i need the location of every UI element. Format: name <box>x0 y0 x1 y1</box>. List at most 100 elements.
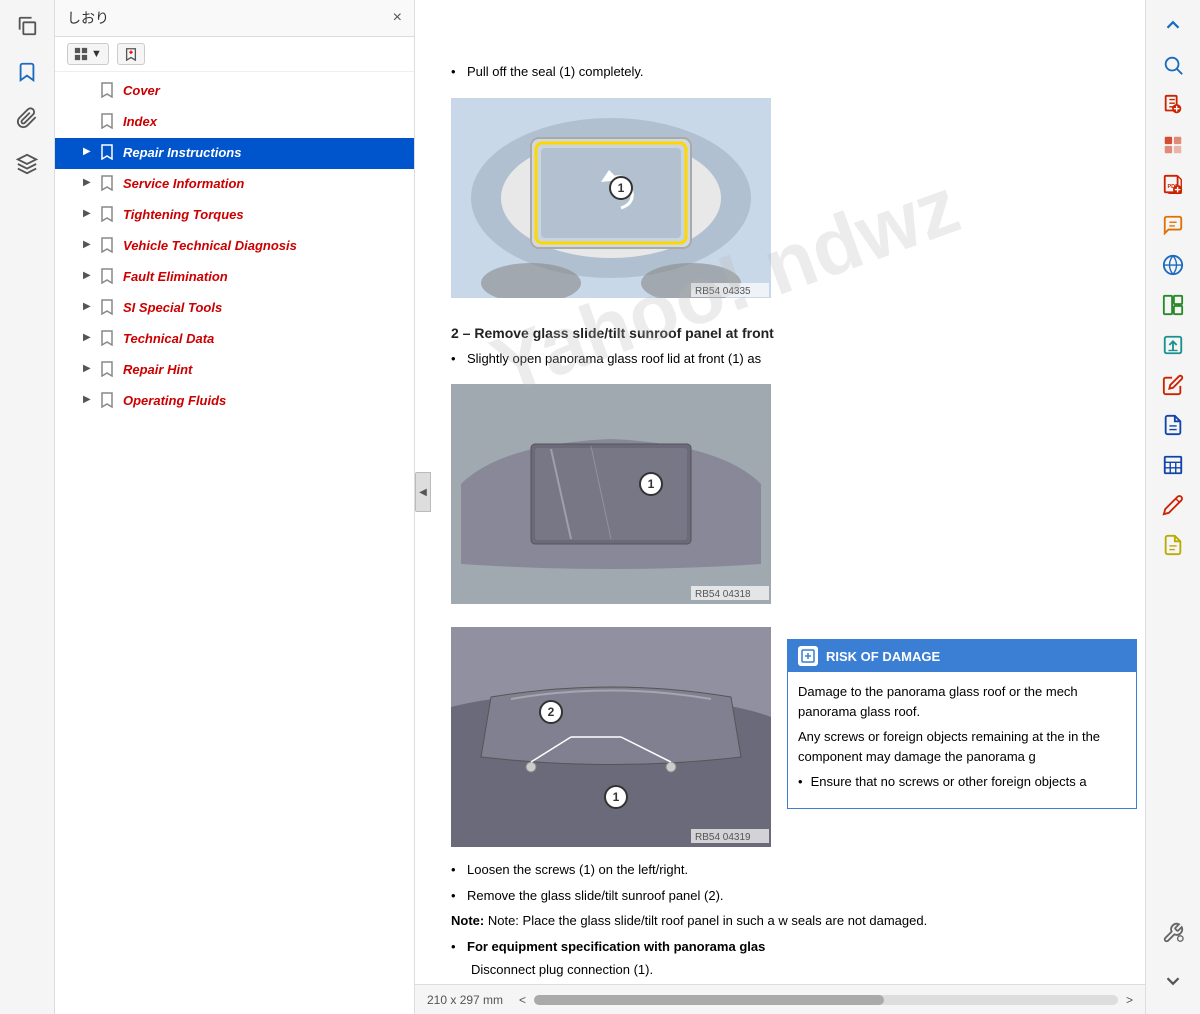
document-blue-button[interactable] <box>1154 408 1192 442</box>
sidebar-item-repair-instructions[interactable]: ▶ Repair Instructions <box>55 138 414 169</box>
sidebar-item-technical-data[interactable]: ▶ Technical Data <box>55 324 414 355</box>
sidebar-item-service-information[interactable]: ▶ Service Information <box>55 169 414 200</box>
nav-label-operating-fluids: Operating Fluids <box>123 392 226 410</box>
nav-bookmark-torques <box>101 206 117 225</box>
content-area[interactable]: ◀ Yahoo! ndwz • Pull off the seal (1) co… <box>415 0 1145 984</box>
nav-label-repair-instructions: Repair Instructions <box>123 144 241 162</box>
annotate-button[interactable] <box>1154 488 1192 522</box>
disconnect-text: Disconnect plug connection (1). <box>471 962 1125 977</box>
sidebar-item-operating-fluids[interactable]: ▶ Operating Fluids <box>55 386 414 417</box>
horizontal-scrollbar[interactable] <box>534 995 1118 1005</box>
risk-header: RISK OF DAMAGE <box>788 640 1136 672</box>
nav-arrow-repair: ▶ <box>83 146 95 157</box>
nav-label-service-information: Service Information <box>123 175 244 193</box>
sidebar-header: しおり × <box>55 0 414 37</box>
nav-bookmark-index <box>101 113 117 132</box>
risk-and-image-row: 2 1 RB54 04319 <box>451 627 1125 850</box>
sidebar-item-index[interactable]: Index <box>55 107 414 138</box>
bullet-step2: • Slightly open panorama glass roof lid … <box>451 349 1125 369</box>
svg-text:1: 1 <box>613 790 620 804</box>
translate-button[interactable] <box>1154 248 1192 282</box>
nav-bookmark-special-tools <box>101 299 117 318</box>
svg-text:RB54 04319: RB54 04319 <box>695 832 751 843</box>
document-red-button[interactable] <box>1154 88 1192 122</box>
sidebar-navigation: Cover Index ▶ Repair Instructions ▶ Serv… <box>55 72 414 1014</box>
layers-icon[interactable] <box>9 146 45 182</box>
comment-orange-button[interactable] <box>1154 208 1192 242</box>
edit-red-button[interactable] <box>1154 368 1192 402</box>
settings-button[interactable] <box>1154 916 1192 950</box>
page-scroll-up-button[interactable] <box>1154 8 1192 42</box>
nav-bookmark-vtd <box>101 237 117 256</box>
page-scroll-down-button[interactable] <box>1154 964 1192 998</box>
document-yellow-button[interactable] <box>1154 528 1192 562</box>
scroll-left-button[interactable]: < <box>519 993 526 1007</box>
bullet-step2-text: Slightly open panorama glass roof lid at… <box>467 349 761 369</box>
sidebar-title: しおり <box>67 8 109 28</box>
image-container-2: 1 RB54 04318 <box>451 384 771 607</box>
svg-text:1: 1 <box>618 181 625 195</box>
sidebar: しおり × ▼ Cover <box>55 0 415 1014</box>
pdf-red-button[interactable]: PDF <box>1154 168 1192 202</box>
right-toolbar: PDF <box>1145 0 1200 1014</box>
sidebar-close-button[interactable]: × <box>393 9 402 27</box>
sidebar-item-fault-elimination[interactable]: ▶ Fault Elimination <box>55 262 414 293</box>
layout-green-button[interactable] <box>1154 288 1192 322</box>
nav-bookmark-fault <box>101 268 117 287</box>
nav-bookmark-repair-hint <box>101 361 117 380</box>
table-button[interactable] <box>1154 448 1192 482</box>
page-body: Yahoo! ndwz • Pull off the seal (1) comp… <box>431 40 1145 984</box>
car-exterior-image: 1 RB54 04318 <box>451 384 771 604</box>
risk-header-icon <box>798 646 818 666</box>
scroll-right-button[interactable]: > <box>1126 993 1133 1007</box>
nav-label-tightening-torques: Tightening Torques <box>123 206 244 224</box>
nav-arrow-service: ▶ <box>83 177 95 188</box>
nav-arrow-vtd: ▶ <box>83 239 95 250</box>
svg-text:RB54 04335: RB54 04335 <box>695 286 751 297</box>
grid-view-button[interactable]: ▼ <box>67 43 109 65</box>
bullet-seal-text: Pull off the seal (1) completely. <box>467 62 644 82</box>
sidebar-item-cover[interactable]: Cover <box>55 76 414 107</box>
nav-label-index: Index <box>123 113 157 131</box>
copy-icon[interactable] <box>9 8 45 44</box>
nav-label-vehicle-technical-diagnosis: Vehicle Technical Diagnosis <box>123 237 297 255</box>
nav-arrow-technical-data: ▶ <box>83 332 95 343</box>
sidebar-item-repair-hint[interactable]: ▶ Repair Hint <box>55 355 414 386</box>
car-panel-image: 2 1 RB54 04319 <box>451 627 771 847</box>
nav-arrow-torques: ▶ <box>83 208 95 219</box>
search-button[interactable] <box>1154 48 1192 82</box>
sidebar-item-si-special-tools[interactable]: ▶ SI Special Tools <box>55 293 414 324</box>
grid-red-button[interactable] <box>1154 128 1192 162</box>
paperclip-icon[interactable] <box>9 100 45 136</box>
page-size-text: 210 x 297 mm <box>427 993 503 1007</box>
step2-heading: 2 – Remove glass slide/tilt sunroof pane… <box>451 325 1125 341</box>
nav-arrow-special-tools: ▶ <box>83 301 95 312</box>
bullet-seal: • Pull off the seal (1) completely. <box>451 62 1125 82</box>
bookmark-nav-icon[interactable] <box>9 54 45 90</box>
bullet-loosen: • Loosen the screws (1) on the left/righ… <box>451 860 1125 880</box>
sidebar-item-tightening-torques[interactable]: ▶ Tightening Torques <box>55 200 414 231</box>
sidebar-toolbar: ▼ <box>55 37 414 72</box>
risk-line2: Any screws or foreign objects remaining … <box>798 727 1126 766</box>
risk-bullet-text: Ensure that no screws or other foreign o… <box>811 772 1087 792</box>
risk-of-damage-box: RISK OF DAMAGE Damage to the panorama gl… <box>787 639 1137 809</box>
nav-label-cover: Cover <box>123 82 160 100</box>
nav-arrow-operating-fluids: ▶ <box>83 394 95 405</box>
car-roof-image: 1 RB54 04335 <box>451 98 771 298</box>
status-bar: 210 x 297 mm < > <box>415 984 1145 1014</box>
export-button[interactable] <box>1154 328 1192 362</box>
image-container-1: 1 RB54 04335 <box>451 98 771 301</box>
risk-body: Damage to the panorama glass roof or the… <box>788 672 1136 808</box>
sidebar-collapse-handle[interactable]: ◀ <box>415 472 431 512</box>
main-content: ◀ Yahoo! ndwz • Pull off the seal (1) co… <box>415 0 1145 1014</box>
nav-bookmark-technical-data <box>101 330 117 349</box>
nav-bookmark-service <box>101 175 117 194</box>
nav-bookmark-cover <box>101 82 117 101</box>
bookmark-toolbar-button[interactable] <box>117 43 145 65</box>
note-text: Note: Note: Place the glass slide/tilt r… <box>451 911 1125 931</box>
sidebar-item-vehicle-technical-diagnosis[interactable]: ▶ Vehicle Technical Diagnosis <box>55 231 414 262</box>
nav-bookmark-repair <box>101 144 117 163</box>
nav-label-technical-data: Technical Data <box>123 330 214 348</box>
risk-header-text: RISK OF DAMAGE <box>826 649 940 664</box>
nav-arrow-fault: ▶ <box>83 270 95 281</box>
